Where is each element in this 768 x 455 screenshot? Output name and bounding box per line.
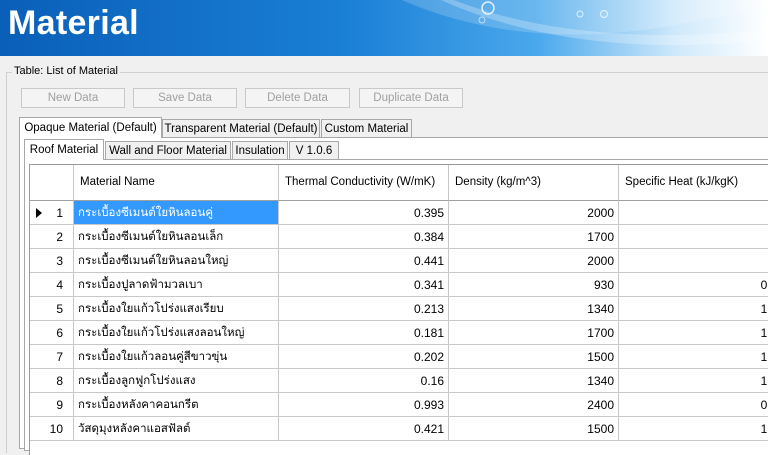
tab-insulation[interactable]: Insulation bbox=[232, 141, 288, 159]
thermal-conductivity-cell[interactable]: 0.441 bbox=[279, 249, 449, 273]
table-row[interactable]: 7 กระเบื้องใยแก้วลอนคู่สีขาวขุ่น 0.202 1500… bbox=[30, 345, 768, 369]
material-name-cell[interactable]: กระเบื้องใยแก้วลอนคู่สีขาวขุ่น bbox=[74, 345, 279, 369]
tab-transparent-material[interactable]: Transparent Material (Default) bbox=[162, 119, 320, 137]
thermal-conductivity-cell[interactable]: 0.213 bbox=[279, 297, 449, 321]
material-name-cell[interactable]: กระเบื้องหลังคาคอนกรีต bbox=[74, 393, 279, 417]
delete-data-button[interactable]: Delete Data bbox=[245, 88, 350, 108]
header-banner: Material bbox=[0, 0, 768, 56]
table-row[interactable]: 3กระเบื้องซีเมนต์ใยหินลอนใหญ่0.44120001 bbox=[30, 249, 768, 273]
material-name-cell[interactable]: กระเบื้องซีเมนต์ใยหินลอนเล็ก bbox=[74, 225, 279, 249]
material-name-cell[interactable]: กระเบื้องซีเมนต์ใยหินลอนใหญ่ bbox=[74, 249, 279, 273]
specific-heat-cell[interactable]: 1 bbox=[619, 201, 768, 225]
row-header-corner bbox=[30, 165, 74, 201]
table-row[interactable]: 1กระเบื้องซีเมนต์ใยหินลอนคู่0.39520001 bbox=[30, 201, 768, 225]
groupbox-label: Table: List of Material bbox=[12, 65, 120, 77]
density-cell[interactable]: 2000 bbox=[449, 249, 619, 273]
tab-roof-material[interactable]: Roof Material bbox=[24, 139, 104, 160]
thermal-conductivity-cell[interactable]: 0.16 bbox=[279, 369, 449, 393]
thermal-conductivity-cell[interactable]: 0.384 bbox=[279, 225, 449, 249]
specific-heat-cell[interactable]: 1.88 bbox=[619, 345, 768, 369]
app-title: Material bbox=[8, 4, 139, 42]
density-cell[interactable]: 1340 bbox=[449, 297, 619, 321]
thermal-conductivity-cell[interactable]: 0.341 bbox=[279, 273, 449, 297]
row-number[interactable]: 6 bbox=[30, 321, 74, 345]
thermal-conductivity-cell[interactable]: 0.395 bbox=[279, 201, 449, 225]
row-number[interactable]: 1 bbox=[30, 201, 74, 225]
thermal-conductivity-cell[interactable]: 0.202 bbox=[279, 345, 449, 369]
material-name-cell[interactable]: กระเบื้องปูลาดฟ้ามวลเบา bbox=[74, 273, 279, 297]
column-header-density[interactable]: Density (kg/m^3) bbox=[449, 165, 619, 201]
row-number[interactable]: 3 bbox=[30, 249, 74, 273]
specific-heat-cell[interactable]: 1.88 bbox=[619, 321, 768, 345]
row-number-text: 1 bbox=[56, 205, 63, 220]
specific-heat-cell[interactable]: 0.79 bbox=[619, 393, 768, 417]
material-name-cell[interactable]: กระเบื้องซีเมนต์ใยหินลอนคู่ bbox=[74, 201, 279, 225]
table-header: Material Name Thermal Conductivity (W/mK… bbox=[30, 165, 768, 201]
density-cell[interactable]: 1500 bbox=[449, 345, 619, 369]
density-cell[interactable]: 1700 bbox=[449, 321, 619, 345]
tab-version[interactable]: V 1.0.6 bbox=[289, 141, 339, 159]
table-row[interactable]: 8กระเบื้องลูกฟูกโปร่งแสง0.1613401.88 bbox=[30, 369, 768, 393]
row-number[interactable]: 2 bbox=[30, 225, 74, 249]
column-header-material-name[interactable]: Material Name bbox=[74, 165, 279, 201]
save-data-button[interactable]: Save Data bbox=[133, 88, 237, 108]
column-header-specific-heat[interactable]: Specific Heat (kJ/kgK) bbox=[619, 165, 768, 201]
thermal-conductivity-cell[interactable]: 0.993 bbox=[279, 393, 449, 417]
material-name-cell[interactable]: กระเบื้องใยแก้วโปร่งแสงลอนใหญ่ bbox=[74, 321, 279, 345]
row-number[interactable]: 4 bbox=[30, 273, 74, 297]
row-number[interactable]: 5 bbox=[30, 297, 74, 321]
density-cell[interactable]: 2000 bbox=[449, 201, 619, 225]
row-number[interactable]: 10 bbox=[30, 417, 74, 441]
row-selector-arrow-icon bbox=[36, 208, 42, 218]
density-cell[interactable]: 1700 bbox=[449, 225, 619, 249]
table-row[interactable]: 5กระเบื้องใยแก้วโปร่งแสงเรียบ0.21313401.… bbox=[30, 297, 768, 321]
thermal-conductivity-cell[interactable]: 0.421 bbox=[279, 417, 449, 441]
material-name-cell[interactable]: กระเบื้องลูกฟูกโปร่งแสง bbox=[74, 369, 279, 393]
specific-heat-cell[interactable]: 1 bbox=[619, 249, 768, 273]
specific-heat-cell[interactable]: 0.88 bbox=[619, 273, 768, 297]
material-table[interactable]: Material Name Thermal Conductivity (W/mK… bbox=[29, 164, 768, 455]
row-number[interactable]: 8 bbox=[30, 369, 74, 393]
tab-opaque-material[interactable]: Opaque Material (Default) bbox=[19, 117, 162, 138]
density-cell[interactable]: 2400 bbox=[449, 393, 619, 417]
row-number[interactable]: 7 bbox=[30, 345, 74, 369]
table-row[interactable]: 2กระเบื้องซีเมนต์ใยหินลอนเล็ก0.38417001 bbox=[30, 225, 768, 249]
table-row[interactable]: 9กระเบื้องหลังคาคอนกรีต0.99324000.79 bbox=[30, 393, 768, 417]
specific-heat-cell[interactable]: 1.51 bbox=[619, 417, 768, 441]
material-name-cell[interactable]: กระเบื้องใยแก้วโปร่งแสงเรียบ bbox=[74, 297, 279, 321]
density-cell[interactable]: 1340 bbox=[449, 369, 619, 393]
table-row[interactable]: 6 กระเบื้องใยแก้วโปร่งแสงลอนใหญ่ 0.181 1700… bbox=[30, 321, 768, 345]
specific-heat-cell[interactable]: 1.88 bbox=[619, 297, 768, 321]
density-cell[interactable]: 930 bbox=[449, 273, 619, 297]
table-row[interactable]: 10วัสดุมุงหลังคาแอสฟัลต์0.42115001.51 bbox=[30, 417, 768, 441]
tab-custom-material[interactable]: Custom Material bbox=[321, 119, 412, 137]
specific-heat-cell[interactable]: 1.88 bbox=[619, 369, 768, 393]
tab-wall-floor-material[interactable]: Wall and Floor Material bbox=[105, 141, 231, 159]
material-name-cell[interactable]: วัสดุมุงหลังคาแอสฟัลต์ bbox=[74, 417, 279, 441]
column-header-thermal-conductivity[interactable]: Thermal Conductivity (W/mK) bbox=[279, 165, 449, 201]
table-row[interactable]: 4กระเบื้องปูลาดฟ้ามวลเบา0.3419300.88 bbox=[30, 273, 768, 297]
density-cell[interactable]: 1500 bbox=[449, 417, 619, 441]
specific-heat-cell[interactable]: 1 bbox=[619, 225, 768, 249]
duplicate-data-button[interactable]: Duplicate Data bbox=[359, 88, 463, 108]
row-number[interactable]: 9 bbox=[30, 393, 74, 417]
thermal-conductivity-cell[interactable]: 0.181 bbox=[279, 321, 449, 345]
new-data-button[interactable]: New Data bbox=[21, 88, 125, 108]
